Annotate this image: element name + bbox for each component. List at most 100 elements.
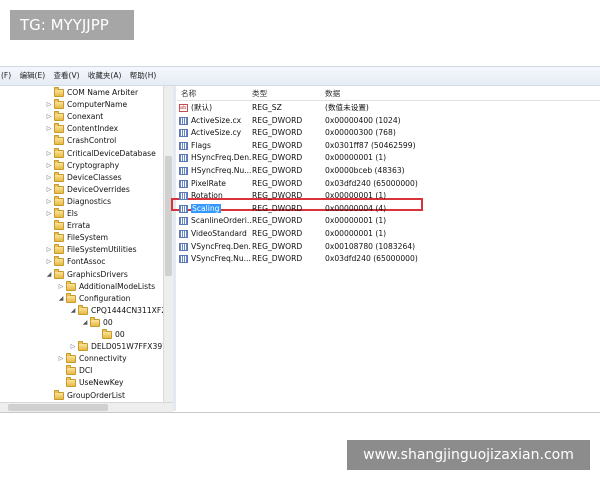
- folder-icon: [66, 292, 76, 303]
- value-name: VideoStandard: [191, 229, 247, 238]
- tree-item[interactable]: DCI: [58, 365, 92, 377]
- folder-icon: [54, 389, 64, 400]
- menu-bar: (F) 编辑(E) 查看(V) 收藏夹(A) 帮助(H): [0, 67, 600, 86]
- tree-item[interactable]: ◢ CPQ1444CN311XF250: [70, 304, 163, 317]
- tree-horizontal-scrollbar[interactable]: [0, 402, 173, 412]
- tree-item-label: ComputerName: [67, 100, 128, 110]
- expand-toggle-icon[interactable]: ▷: [46, 208, 52, 220]
- value-row[interactable]: HSyncFreq.Den... REG_DWORD 0x00000001 (1): [177, 152, 600, 164]
- menu-view[interactable]: 查看(V): [54, 71, 80, 80]
- value-row[interactable]: VSyncFreq.Den... REG_DWORD 0x00108780 (108…: [177, 241, 600, 253]
- tree-item[interactable]: ▷ DeviceOverrides: [46, 183, 130, 196]
- tree-item[interactable]: ▷ FontAssoc: [46, 256, 105, 268]
- value-name-cell: ScanlineOrderi...: [179, 215, 251, 227]
- expand-toggle-icon[interactable]: ▷: [46, 123, 52, 135]
- pane-splitter[interactable]: [173, 86, 176, 411]
- tree-item[interactable]: ▷ DELD051W7FFX3972S: [70, 341, 163, 353]
- expand-toggle-icon[interactable]: ◢: [46, 269, 52, 281]
- value-type: REG_DWORD: [252, 203, 303, 213]
- tree-item[interactable]: GroupOrderList: [46, 389, 125, 402]
- tree-item-label: COM Name Arbiter: [67, 88, 139, 97]
- folder-icon: [66, 377, 76, 388]
- menu-edit[interactable]: 编辑(E): [20, 71, 46, 80]
- tree-item[interactable]: ▷ ComputerName: [46, 99, 127, 111]
- tree-item[interactable]: ▷ Cryptography: [46, 159, 119, 172]
- expand-toggle-icon[interactable]: ▷: [46, 99, 52, 111]
- value-type: REG_DWORD: [252, 216, 303, 226]
- value-row[interactable]: PixelRate REG_DWORD 0x03dfd240 (65000000): [177, 178, 600, 190]
- menu-file[interactable]: (F): [1, 71, 11, 80]
- tree-item[interactable]: ▷ Els: [46, 208, 78, 220]
- expand-toggle-icon[interactable]: ◢: [58, 293, 64, 305]
- folder-icon: [54, 87, 64, 97]
- tree-item[interactable]: ◢ 00: [82, 316, 113, 329]
- expand-toggle-icon[interactable]: ◢: [70, 305, 76, 317]
- tree-item-label: CriticalDeviceDatabase: [67, 148, 156, 158]
- tree-item[interactable]: UseNewKey: [58, 377, 124, 389]
- expand-toggle-icon[interactable]: ▷: [70, 341, 76, 353]
- expand-toggle-icon[interactable]: ▷: [46, 244, 52, 256]
- expand-toggle-icon[interactable]: ◢: [82, 317, 88, 329]
- expand-toggle-icon[interactable]: ▷: [46, 196, 52, 208]
- registry-tree[interactable]: COM Name Arbiter ▷ ComputerName ▷ Conexant ▷ C…: [0, 86, 163, 402]
- value-row[interactable]: ActiveSize.cy REG_DWORD 0x00000300 (768): [177, 127, 600, 139]
- tree-item-label: Conexant: [67, 112, 104, 122]
- tree-item[interactable]: ◢ Configuration: [58, 292, 131, 305]
- menu-help[interactable]: 帮助(H): [130, 71, 157, 80]
- expand-toggle-icon[interactable]: ▷: [46, 148, 52, 160]
- tree-item[interactable]: ▷ ContentIndex: [46, 123, 118, 135]
- tree-item[interactable]: Errata: [46, 220, 90, 232]
- expand-toggle-icon[interactable]: ▷: [46, 256, 52, 268]
- value-type: REG_DWORD: [252, 254, 303, 264]
- tree-item[interactable]: ▷ Connectivity: [58, 353, 127, 365]
- expand-toggle-icon[interactable]: ▷: [46, 184, 52, 196]
- value-data: 0x00108780 (1083264): [325, 241, 416, 251]
- tree-item[interactable]: ▷ DeviceClasses: [46, 171, 122, 184]
- column-header-name[interactable]: 名称: [181, 88, 196, 99]
- column-header-data[interactable]: 数据: [325, 88, 340, 99]
- value-row[interactable]: ActiveSize.cx REG_DWORD 0x00000400 (1024): [177, 115, 600, 127]
- value-name: HSyncFreq.Den...: [191, 153, 251, 163]
- value-row[interactable]: Rotation REG_DWORD 0x00000001 (1): [177, 190, 600, 202]
- tree-item[interactable]: CrashControl: [46, 135, 116, 147]
- registry-editor-window: (F) 编辑(E) 查看(V) 收藏夹(A) 帮助(H) COM Name Ar…: [0, 66, 600, 413]
- tree-vertical-scrollbar[interactable]: [163, 86, 173, 402]
- tree-item[interactable]: ▷ Conexant: [46, 111, 103, 123]
- tree-item[interactable]: ◢ GraphicsDrivers: [46, 268, 128, 281]
- folder-icon: [66, 365, 76, 376]
- tree-horizontal-scroll-thumb[interactable]: [8, 404, 108, 411]
- tree-item[interactable]: ▷ CriticalDeviceDatabase: [46, 147, 156, 160]
- tree-item[interactable]: COM Name Arbiter: [46, 87, 138, 99]
- value-row[interactable]: HSyncFreq.Nu... REG_DWORD 0x0000bceb (4836…: [177, 165, 600, 177]
- expand-toggle-icon[interactable]: ▷: [58, 353, 64, 365]
- expand-toggle-icon[interactable]: ▷: [46, 160, 52, 172]
- expand-toggle-icon[interactable]: ▷: [58, 281, 64, 293]
- value-data: 0x00000001 (1): [325, 191, 387, 201]
- value-name: ActiveSize.cy: [191, 128, 242, 138]
- column-header-type[interactable]: 类型: [252, 88, 267, 99]
- tree-item[interactable]: ▷ FileSystemUtilities: [46, 244, 137, 256]
- folder-icon: [54, 256, 64, 267]
- expand-toggle-icon[interactable]: ▷: [46, 172, 52, 184]
- menu-favorites[interactable]: 收藏夹(A): [88, 71, 121, 80]
- tree-item[interactable]: ▷ Diagnostics: [46, 195, 111, 208]
- tree-item-label: Els: [67, 209, 78, 218]
- value-data: 0x00000001 (1): [325, 229, 387, 238]
- expand-toggle-icon[interactable]: ▷: [46, 111, 52, 123]
- dword-value-icon: [179, 129, 188, 138]
- tree-item-label: UseNewKey: [79, 378, 124, 388]
- tree-item[interactable]: 00: [94, 329, 125, 341]
- value-row[interactable]: Flags REG_DWORD 0x0301ff87 (50462599): [177, 140, 600, 152]
- value-row[interactable]: (默认) REG_SZ (数值未设置): [177, 102, 600, 114]
- dword-value-icon: [179, 141, 188, 150]
- tree-vertical-scroll-thumb[interactable]: [165, 156, 172, 276]
- folder-icon: [102, 329, 112, 339]
- value-row[interactable]: VSyncFreq.Nu... REG_DWORD 0x03dfd240 (6500…: [177, 253, 600, 265]
- tree-item[interactable]: ▷ AdditionalModeLists: [58, 280, 155, 293]
- value-row[interactable]: Scaling REG_DWORD 0x00000004 (4): [177, 203, 600, 215]
- tree-item[interactable]: FileSystem: [46, 232, 108, 244]
- value-name-cell: (默认): [179, 102, 251, 114]
- value-data: 0x0301ff87 (50462599): [325, 140, 416, 150]
- value-row[interactable]: ScanlineOrderi... REG_DWORD 0x00000001 (1): [177, 215, 600, 227]
- value-row[interactable]: VideoStandard REG_DWORD 0x00000001 (1): [177, 228, 600, 240]
